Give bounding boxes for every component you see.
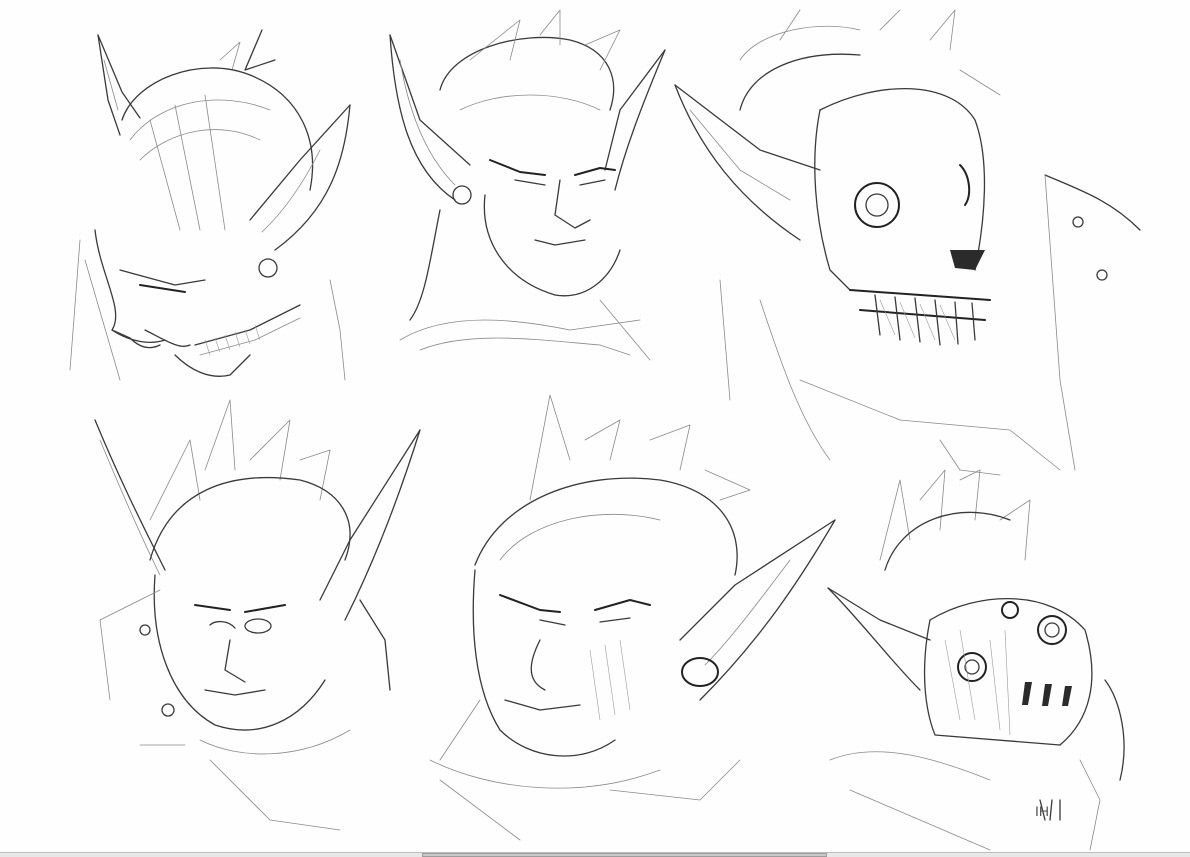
artist-signature: IH [1035, 803, 1049, 819]
sketch-drawing: IH [69, 9, 1141, 851]
goblin-head-4 [94, 399, 421, 831]
goblin-head-1 [69, 29, 351, 381]
scrollbar-thumb[interactable] [422, 853, 827, 857]
goblin-head-5 [429, 394, 836, 841]
goblin-head-3-masked [674, 9, 1141, 476]
goblin-head-6-masked: IH [827, 469, 1125, 851]
sketch-canvas: IH [0, 0, 1190, 852]
goblin-head-2 [389, 9, 666, 361]
horizontal-scrollbar[interactable] [0, 852, 1190, 857]
